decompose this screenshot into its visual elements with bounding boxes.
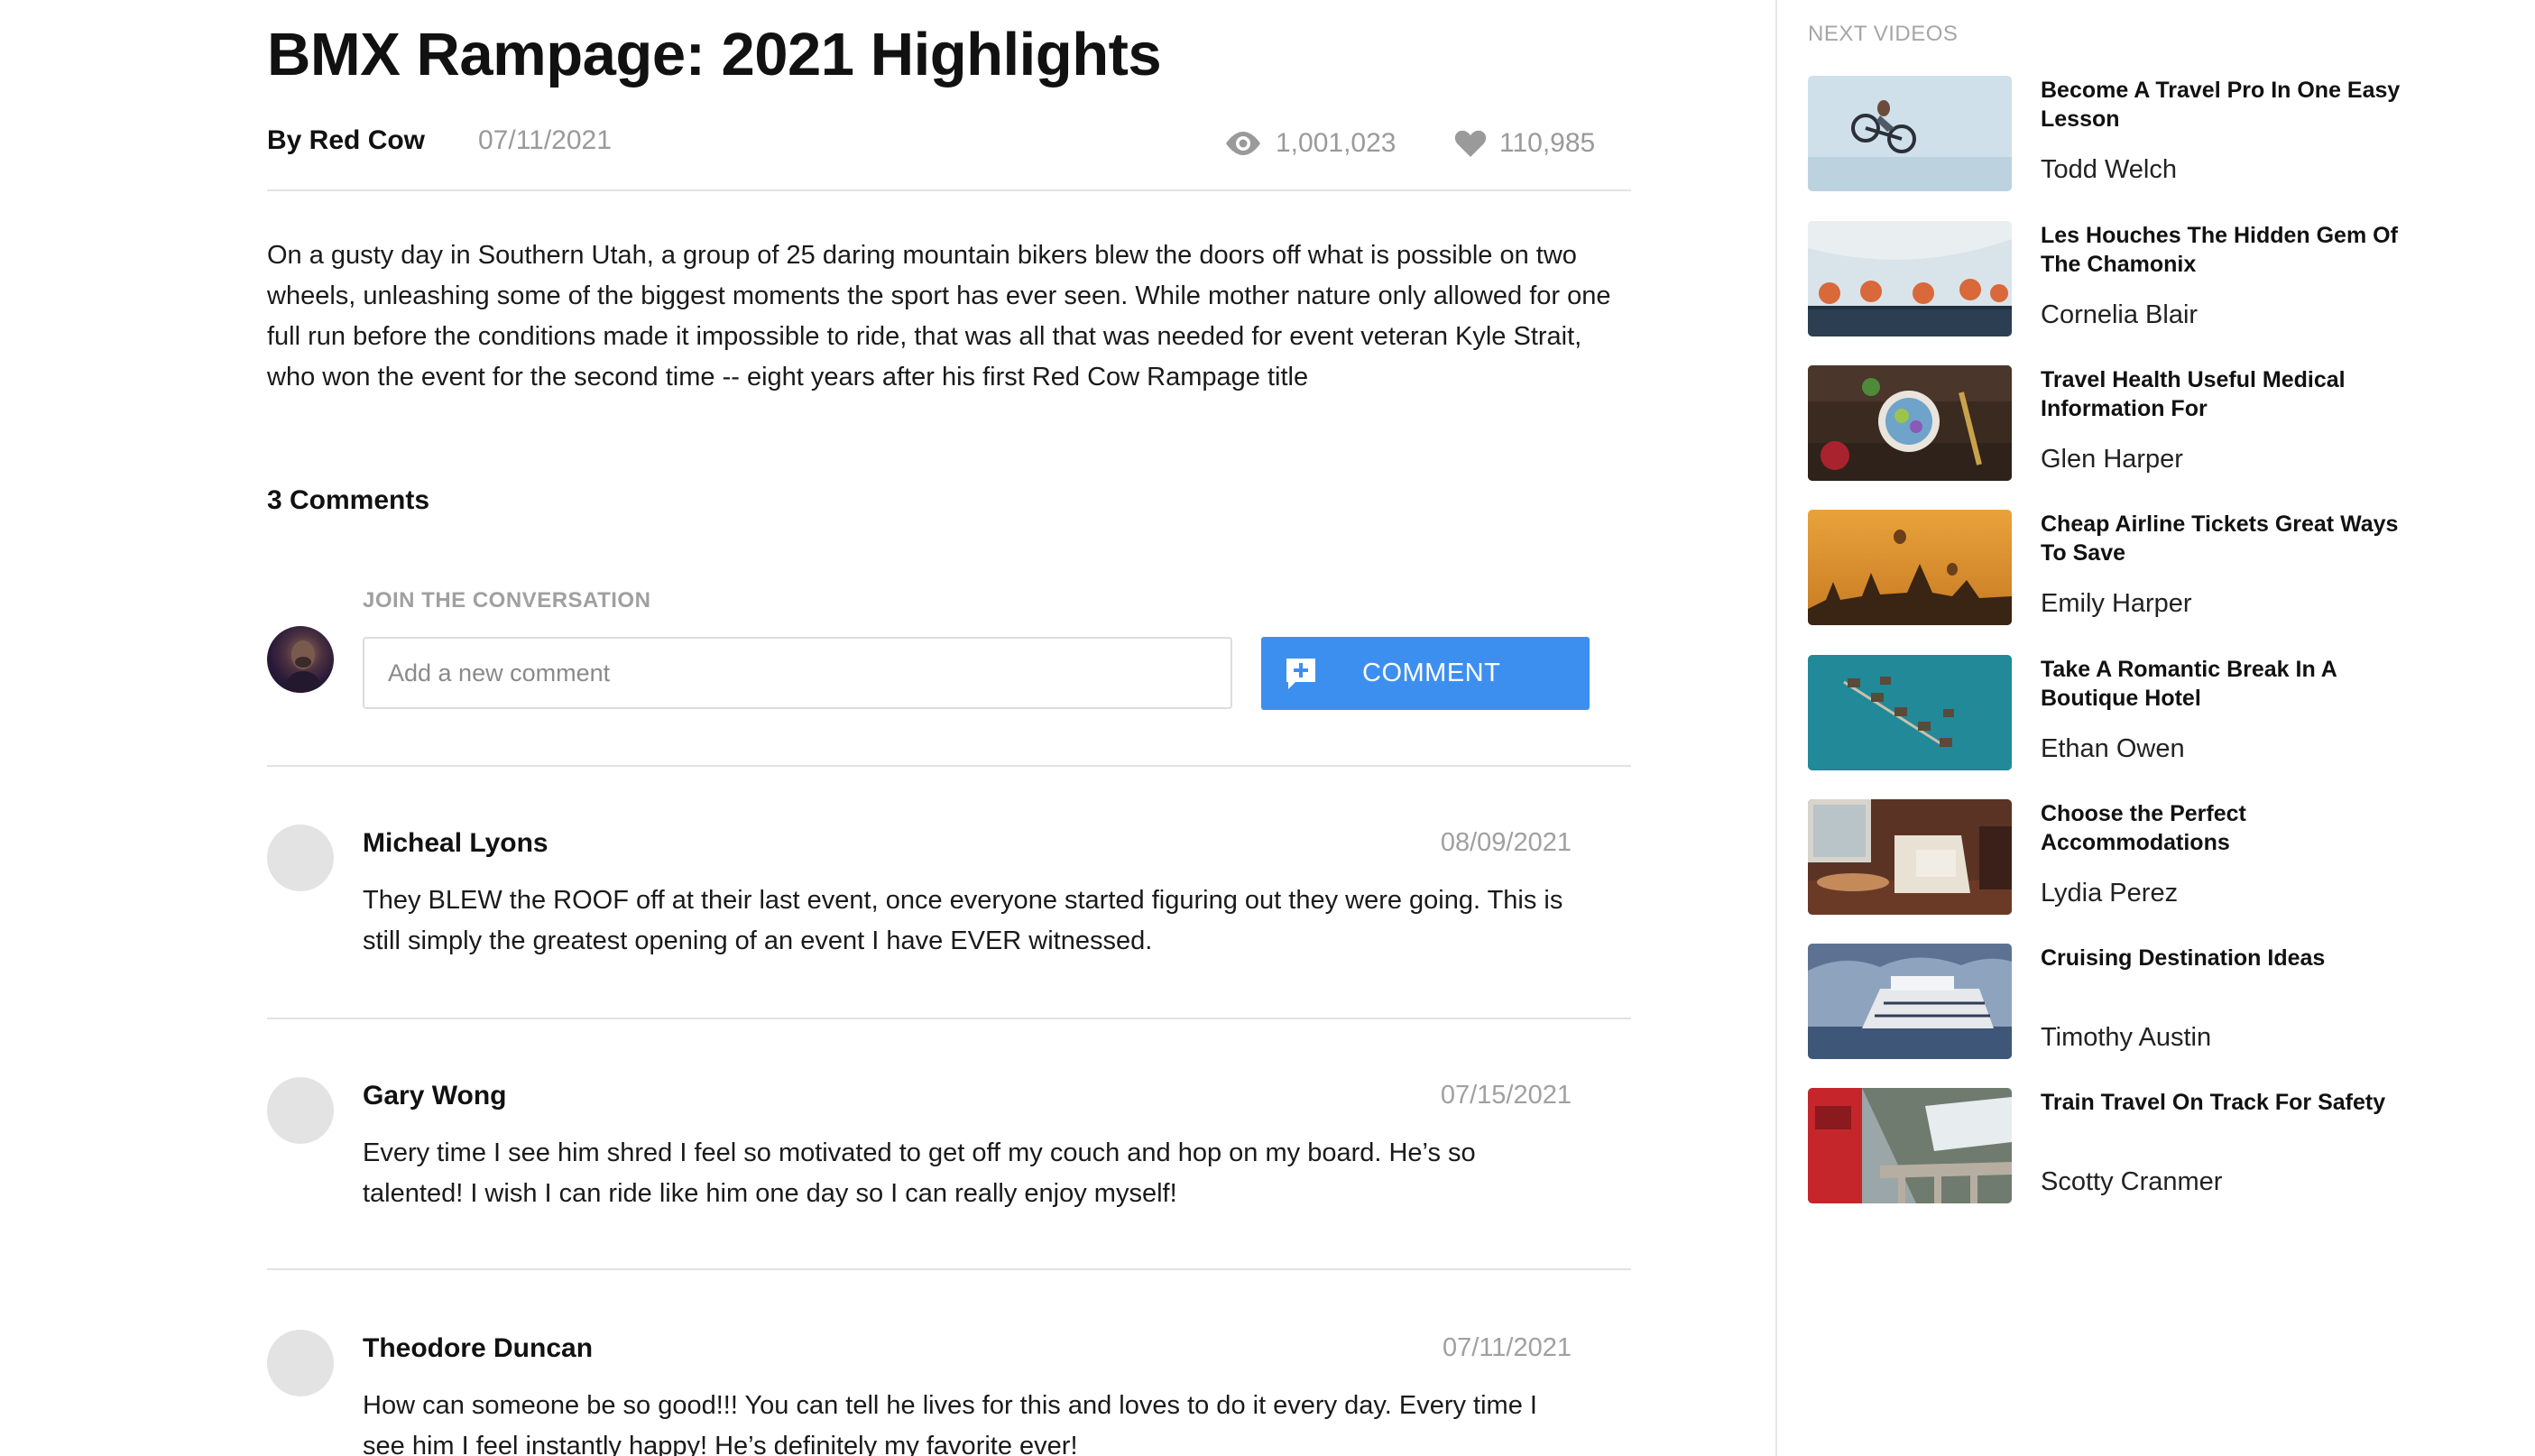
video-description: On a gusty day in Southern Utah, a group… [267, 241, 1611, 392]
video-item-title[interactable]: Train Travel On Track For Safety [2041, 1088, 2420, 1117]
video-item-creator: Timothy Austin [2041, 1023, 2212, 1052]
video-item-title[interactable]: Cheap Airline Tickets Great Ways To Save [2041, 510, 2420, 567]
next-video-item[interactable]: Take A Romantic Break In A Boutique Hote… [1808, 655, 2530, 772]
video-item-creator: Cornelia Blair [2041, 300, 2199, 329]
likes-count: 110,985 [1499, 128, 1596, 158]
next-video-item[interactable]: Become A Travel Pro In One Easy Lesson T… [1808, 76, 2530, 193]
comment-item: Gary Wong 07/15/2021 Every time I see hi… [267, 1077, 1631, 1258]
video-item-title[interactable]: Become A Travel Pro In One Easy Lesson [2041, 76, 2420, 134]
commenter-name[interactable]: Gary Wong [363, 1081, 506, 1111]
video-thumbnail[interactable] [1808, 76, 2012, 191]
commenter-avatar [267, 825, 334, 891]
comment-date: 07/15/2021 [1440, 1081, 1572, 1110]
comment-item: Micheal Lyons 08/09/2021 They BLEW the R… [267, 825, 1631, 1005]
video-thumbnail[interactable] [1808, 1088, 2012, 1203]
video-thumbnail[interactable] [1808, 365, 2012, 481]
divider [267, 189, 1631, 191]
divider [267, 765, 1631, 767]
comment-text: How can someone be so good!!! You can te… [363, 1391, 1537, 1456]
video-item-title[interactable]: Travel Health Useful Medical Information… [2041, 365, 2420, 423]
video-title: BMX Rampage: 2021 Highlights [267, 21, 1162, 88]
new-comment-input[interactable] [363, 637, 1232, 709]
next-video-item[interactable]: Travel Health Useful Medical Information… [1808, 365, 2530, 483]
divider [267, 1018, 1631, 1019]
comment-date: 08/09/2021 [1440, 828, 1572, 857]
next-video-item[interactable]: Choose the Perfect Accommodations Lydia … [1808, 799, 2530, 917]
video-thumbnail[interactable] [1808, 221, 2012, 336]
comment-button[interactable]: COMMENT [1261, 637, 1590, 710]
views-stat: 1,001,023 [1223, 121, 1396, 166]
next-video-item[interactable]: Cheap Airline Tickets Great Ways To Save… [1808, 510, 2530, 627]
video-date: 07/11/2021 [478, 125, 612, 155]
video-thumbnail[interactable] [1808, 944, 2012, 1059]
commenter-name[interactable]: Micheal Lyons [363, 828, 548, 859]
next-video-item[interactable]: Cruising Destination Ideas Timothy Austi… [1808, 944, 2530, 1061]
video-thumbnail[interactable] [1808, 799, 2012, 915]
comment-button-label: COMMENT [1362, 659, 1501, 687]
video-item-title[interactable]: Take A Romantic Break In A Boutique Hote… [2041, 655, 2420, 713]
video-thumbnail[interactable] [1808, 655, 2012, 770]
next-videos-heading: NEXT VIDEOS [1808, 22, 1959, 46]
views-count: 1,001,023 [1276, 128, 1397, 158]
comment-text: They BLEW the ROOF off at their last eve… [363, 886, 1563, 955]
video-author[interactable]: By Red Cow [267, 125, 425, 156]
video-item-creator: Emily Harper [2041, 589, 2192, 618]
commenter-avatar [267, 1077, 334, 1144]
next-video-item[interactable]: Train Travel On Track For Safety Scotty … [1808, 1088, 2530, 1205]
video-item-title[interactable]: Cruising Destination Ideas [2041, 944, 2420, 972]
current-user-avatar [267, 626, 334, 693]
add-comment-icon [1285, 657, 1317, 698]
video-thumbnail[interactable] [1808, 510, 2012, 625]
next-videos-sidebar: NEXT VIDEOS Become A Travel Pro In One E… [1775, 0, 2535, 1456]
video-meta: By Red Cow 07/11/2021 1,001,023 110,985 [267, 121, 1631, 166]
video-item-creator: Lydia Perez [2041, 879, 2179, 908]
divider [267, 1268, 1631, 1270]
comments-count-heading: 3 Comments [267, 485, 430, 515]
video-item-creator: Todd Welch [2041, 155, 2177, 184]
video-item-creator: Glen Harper [2041, 445, 2183, 474]
comment-item: Theodore Duncan 07/11/2021 How can someo… [267, 1330, 1631, 1456]
commenter-name[interactable]: Theodore Duncan [363, 1333, 593, 1364]
video-item-title[interactable]: Choose the Perfect Accommodations [2041, 799, 2420, 857]
video-item-creator: Ethan Owen [2041, 734, 2185, 763]
heart-icon[interactable] [1454, 129, 1499, 158]
main-content: BMX Rampage: 2021 Highlights By Red Cow … [267, 0, 1631, 1456]
join-conversation-label: JOIN THE CONVERSATION [363, 588, 651, 613]
video-page: BMX Rampage: 2021 Highlights By Red Cow … [0, 0, 2535, 1456]
video-item-title[interactable]: Les Houches The Hidden Gem Of The Chamon… [2041, 221, 2420, 279]
next-video-item[interactable]: Les Houches The Hidden Gem Of The Chamon… [1808, 221, 2530, 338]
comment-text: Every time I see him shred I feel so mot… [363, 1138, 1476, 1208]
commenter-avatar [267, 1330, 334, 1396]
comment-date: 07/11/2021 [1443, 1333, 1572, 1362]
eye-icon [1223, 130, 1276, 157]
video-item-creator: Scotty Cranmer [2041, 1167, 2223, 1196]
likes-stat[interactable]: 110,985 [1454, 121, 1595, 166]
